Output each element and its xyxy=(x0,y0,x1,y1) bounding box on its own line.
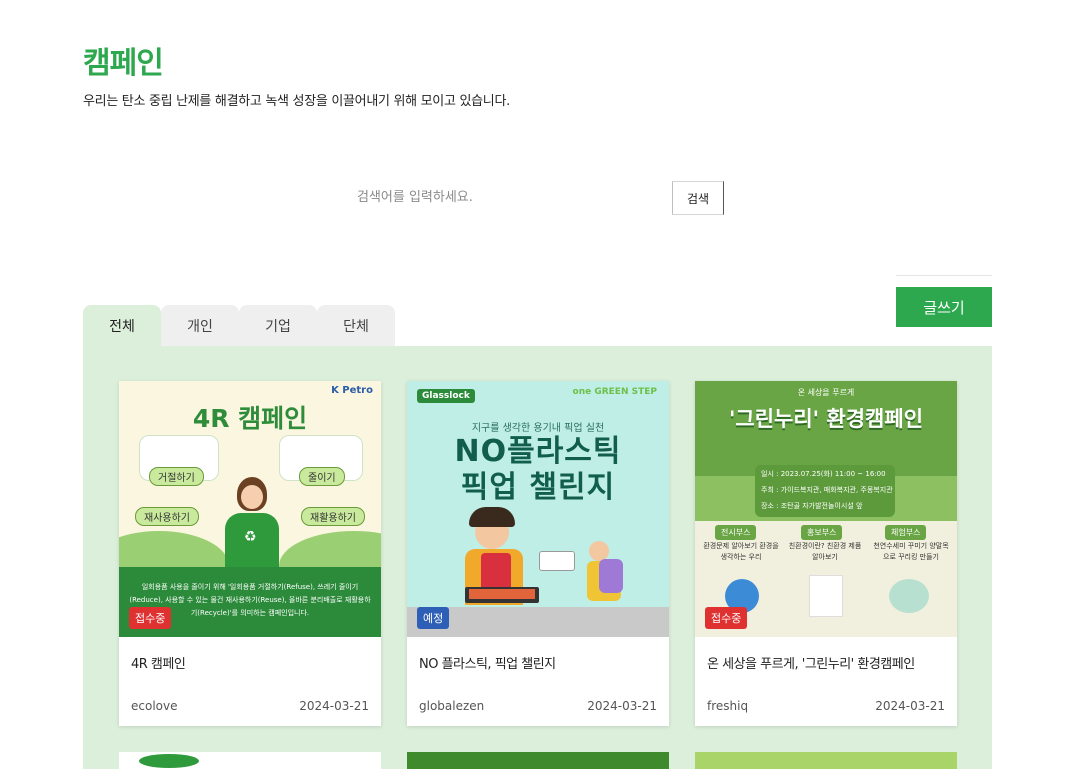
scrubber-icon xyxy=(889,579,929,613)
campaign-card[interactable] xyxy=(407,752,669,769)
brand-logo: K Petro xyxy=(331,385,373,396)
booth-description: 천연수세미 꾸미기 양말목으로 꾸리킹 만들기 xyxy=(873,542,949,561)
card-title[interactable]: 4R 캠페인 xyxy=(131,653,186,672)
card-title[interactable]: NO 플라스틱, 픽업 챌린지 xyxy=(419,653,556,672)
search-bar: 검색 xyxy=(350,181,724,215)
campaign-card[interactable]: Glasslock one GREEN STEP 지구를 생각한 용기내 픽업 … xyxy=(407,381,669,726)
tab-company[interactable]: 기업 xyxy=(239,305,317,346)
campaign-card[interactable]: 온 세상을 푸르게 '그린누리' 환경캠페인 일시 : 2023.07.25(화… xyxy=(695,381,957,726)
campaign-card[interactable] xyxy=(695,752,957,769)
card-author: globalezen xyxy=(419,699,485,713)
tab-individual[interactable]: 개인 xyxy=(161,305,239,346)
thumbnail-heading: '그린누리' 환경캠페인 xyxy=(728,407,924,431)
page-title: 캠페인 xyxy=(83,46,164,81)
thumbnail-heading: 4R 캠페인 xyxy=(192,404,308,433)
campaign-thumbnail[interactable]: Glasslock one GREEN STEP 지구를 생각한 용기내 픽업 … xyxy=(407,381,669,637)
campaign-card[interactable]: K Petro 4R 캠페인 거절하기 줄이기 재사용하기 재활용하기 ♻ 일회… xyxy=(119,381,381,726)
booth-description: 친환경이란? 친환경 제품 알아보기 xyxy=(788,542,862,561)
campaign-thumbnail[interactable]: K Petro 4R 캠페인 거절하기 줄이기 재사용하기 재활용하기 ♻ 일회… xyxy=(119,381,381,637)
status-badge: 접수중 xyxy=(129,607,172,629)
status-badge: 예정 xyxy=(417,607,450,629)
event-info: 장소 : 조탄골 자가발전놀이시설 앞 xyxy=(761,502,863,510)
campaign-thumbnail[interactable]: 온 세상을 푸르게 '그린누리' 환경캠페인 일시 : 2023.07.25(화… xyxy=(695,381,957,637)
card-title[interactable]: 온 세상을 푸르게, '그린누리' 환경캠페인 xyxy=(707,653,915,672)
thumbnail-subtitle: 온 세상을 푸르게 xyxy=(797,388,855,397)
write-button[interactable]: 글쓰기 xyxy=(896,287,992,327)
card-date: 2024-03-21 xyxy=(875,699,945,713)
card-author: freshiq xyxy=(707,699,749,713)
tab-group[interactable]: 단체 xyxy=(317,305,395,346)
thumbnail-label: 재사용하기 xyxy=(135,507,199,526)
brand-logo: Glasslock xyxy=(417,389,475,403)
card-author: ecolove xyxy=(131,699,178,713)
tab-all[interactable]: 전체 xyxy=(83,305,161,346)
divider xyxy=(896,275,992,276)
booth-tag: 홍보부스 xyxy=(801,525,843,540)
event-info: 주최 : 가이드복지관, 매화복지관, 주몽복지관 xyxy=(761,486,893,494)
campaign-card[interactable] xyxy=(119,752,381,769)
status-badge: 접수중 xyxy=(705,607,748,629)
search-input[interactable] xyxy=(350,181,672,215)
booth-tag: 체험부스 xyxy=(885,525,927,540)
bag-icon xyxy=(809,575,843,617)
card-date: 2024-03-21 xyxy=(299,699,369,713)
thumbnail-heading: NO플라스틱 xyxy=(454,434,622,469)
search-button[interactable]: 검색 xyxy=(672,181,724,215)
category-tabs: 전체 개인 기업 단체 xyxy=(83,305,395,346)
thumbnail-subtitle: 지구를 생각한 용기내 픽업 실천 xyxy=(471,423,605,434)
thumbnail-label: 거절하기 xyxy=(149,467,204,486)
person-illustration: ♻ xyxy=(223,477,281,567)
recycle-icon: ♻ xyxy=(244,529,257,545)
brand-logo: one GREEN STEP xyxy=(572,387,657,397)
card-date: 2024-03-21 xyxy=(587,699,657,713)
thumbnail-label: 줄이기 xyxy=(299,467,345,486)
thumbnail-label: 재활용하기 xyxy=(301,507,365,526)
event-info: 일시 : 2023.07.25(화) 11:00 ~ 16:00 xyxy=(761,470,886,478)
thumbnail-heading: 픽업 챌린지 xyxy=(460,470,616,505)
booth-description: 환경문제 알아보기 환경을 생각하는 우리 xyxy=(703,542,779,561)
booth-tag: 전시부스 xyxy=(715,525,757,540)
page-description: 우리는 탄소 중립 난제를 해결하고 녹색 성장을 이끌어내기 위해 모이고 있… xyxy=(83,94,510,109)
campaign-board: K Petro 4R 캠페인 거절하기 줄이기 재사용하기 재활용하기 ♻ 일회… xyxy=(83,346,992,769)
